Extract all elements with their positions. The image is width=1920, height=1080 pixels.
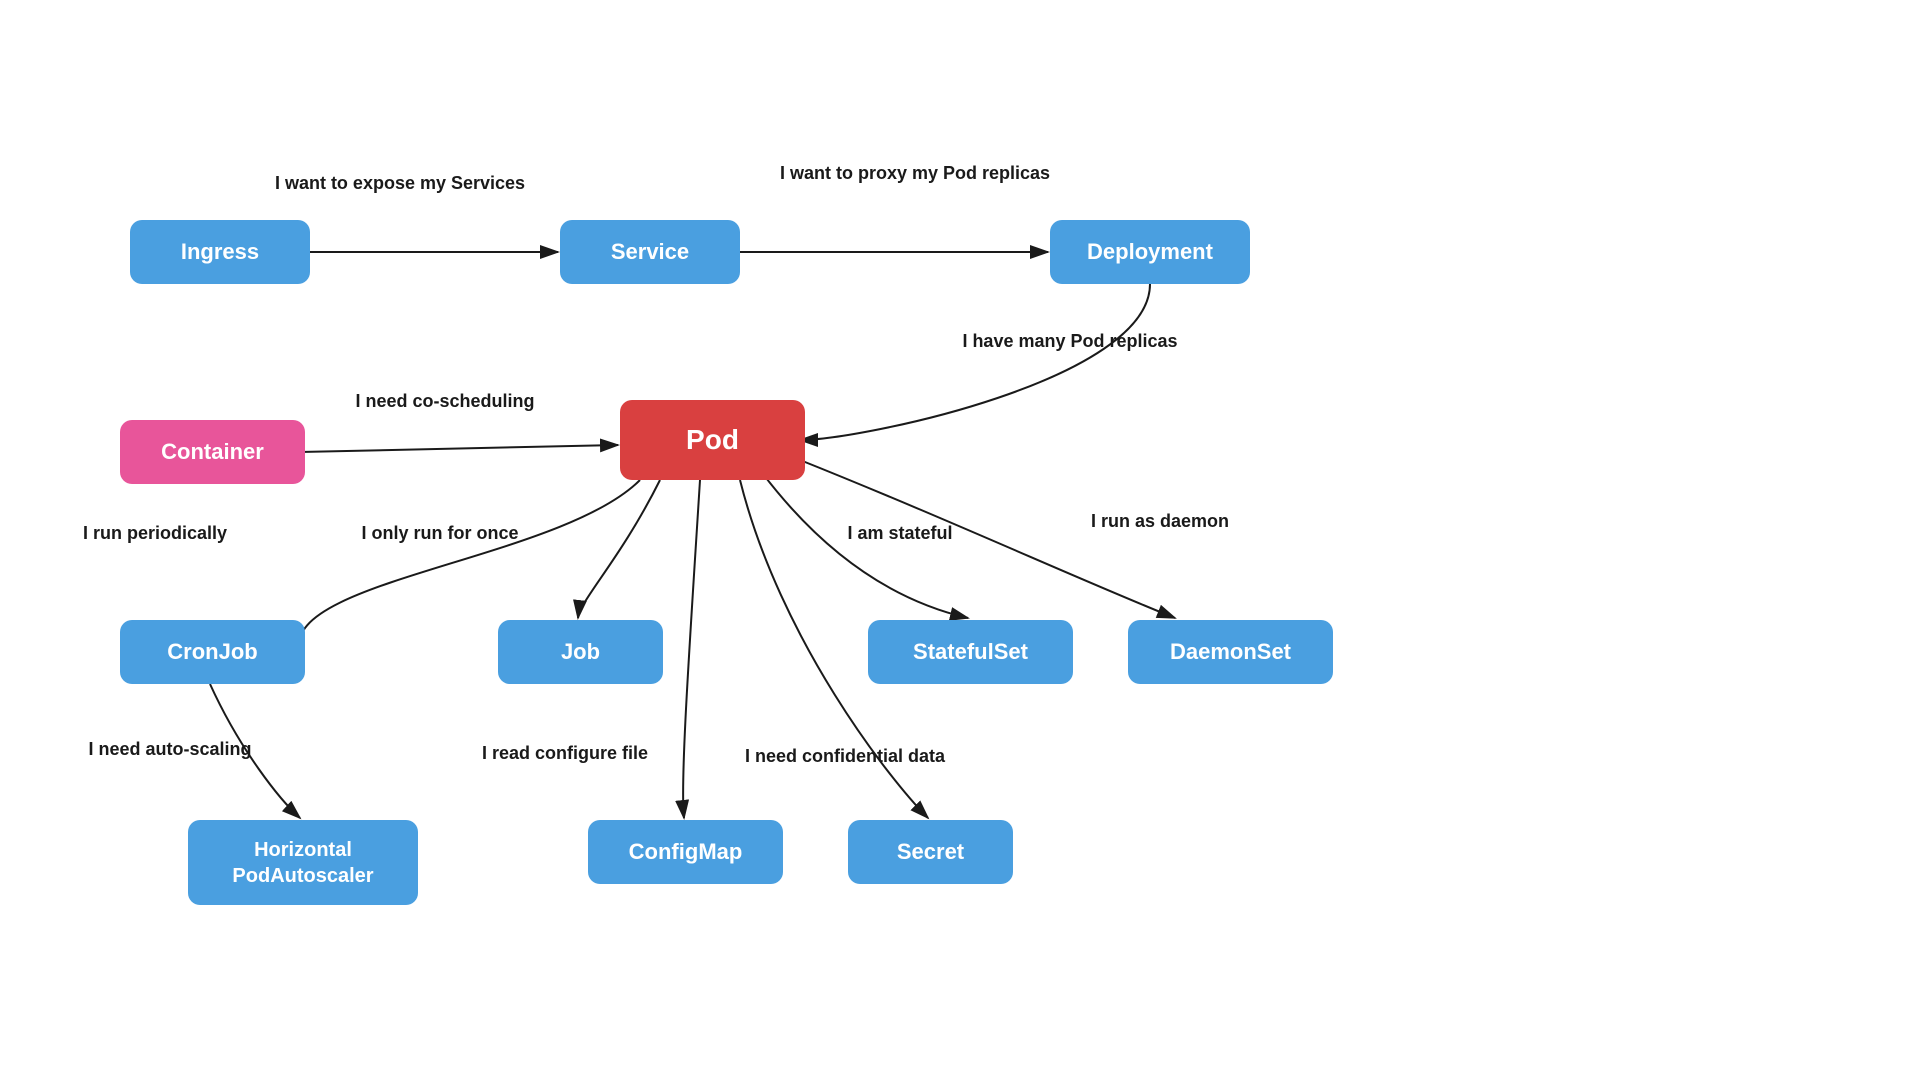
label-cronjob-hpa: I need auto-scaling [60,738,280,761]
label-ingress-service: I want to expose my Services [270,172,530,195]
node-statefulset: StatefulSet [868,620,1073,684]
node-pod: Pod [620,400,805,480]
label-service-deployment: I want to proxy my Pod replicas [760,162,1070,185]
label-job-configmap: I read configure file [450,742,680,765]
node-container: Container [120,420,305,484]
diagram: Ingress Service Deployment Container Pod… [0,0,1920,1080]
label-deployment-pod: I have many Pod replicas [930,330,1210,353]
arrow-deployment-pod [800,284,1150,440]
node-daemonset: DaemonSet [1128,620,1333,684]
label-pod-statefulset: I am stateful [800,522,1000,545]
label-container-pod: I need co-scheduling [305,390,585,413]
label-pod-secret: I need confidential data [710,745,980,768]
arrow-pod-configmap [683,480,700,818]
node-job: Job [498,620,663,684]
node-secret: Secret [848,820,1013,884]
arrow-container-pod [300,445,618,452]
node-cronjob: CronJob [120,620,305,684]
node-ingress: Ingress [130,220,310,284]
label-pod-job: I only run for once [325,522,555,545]
node-deployment: Deployment [1050,220,1250,284]
label-pod-cronjob: I run periodically [45,522,265,545]
node-service: Service [560,220,740,284]
arrow-pod-job [578,480,660,618]
node-configmap: ConfigMap [588,820,783,884]
node-hpa: Horizontal PodAutoscaler [188,820,418,905]
label-pod-daemonset: I run as daemon [1050,510,1270,533]
